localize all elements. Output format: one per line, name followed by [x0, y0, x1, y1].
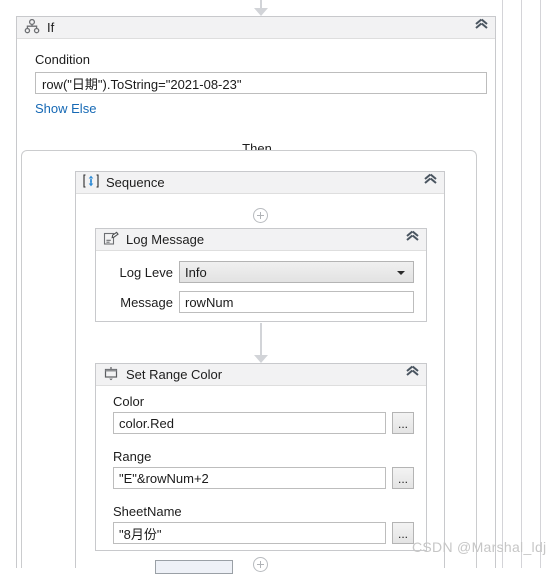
connector-stem	[260, 323, 262, 355]
message-field-row: Message	[113, 291, 414, 313]
sequence-add-activity-bottom-button[interactable]	[253, 557, 268, 572]
if-collapse-chevron-icon[interactable]	[475, 21, 489, 35]
log-message-activity-title: Log Message	[126, 232, 205, 247]
background-gridline-3	[540, 0, 541, 568]
log-message-activity-header[interactable]: Log Message	[96, 229, 426, 251]
set-range-color-activity-header[interactable]: Set Range Color	[96, 364, 426, 386]
set-range-color-activity-title: Set Range Color	[126, 367, 223, 382]
sheetname-label: SheetName	[113, 504, 182, 519]
if-activity-header[interactable]: If	[17, 17, 495, 39]
sequence-add-activity-top-button[interactable]	[253, 208, 268, 223]
sheetname-field-group: SheetName ...	[113, 504, 414, 544]
set-range-color-collapse-chevron-icon[interactable]	[406, 368, 420, 382]
sheetname-input[interactable]	[113, 522, 386, 544]
watermark-text: CSDN @Marshal_ldj	[412, 539, 547, 555]
connector-arrowhead	[254, 355, 268, 363]
color-label: Color	[113, 394, 145, 409]
connector-stem	[260, 0, 262, 8]
condition-label: Condition	[35, 52, 90, 67]
range-input[interactable]	[113, 467, 386, 489]
log-message-icon	[103, 231, 119, 249]
sequence-collapse-chevron-icon[interactable]	[424, 176, 438, 190]
connector-into-if	[254, 0, 268, 16]
sequence-icon	[83, 174, 99, 191]
set-range-color-icon	[103, 366, 119, 384]
range-browse-button[interactable]: ...	[392, 467, 414, 489]
log-level-combobox[interactable]: Info	[179, 261, 414, 283]
color-input[interactable]	[113, 412, 386, 434]
range-field-inline: ...	[113, 467, 414, 489]
color-field-group: Color ...	[113, 394, 414, 434]
log-message-collapse-chevron-icon[interactable]	[406, 233, 420, 247]
connector-arrowhead	[254, 8, 268, 16]
message-input[interactable]	[179, 291, 414, 313]
range-field-group: Range ...	[113, 449, 414, 489]
color-browse-button[interactable]: ...	[392, 412, 414, 434]
if-branch-icon	[24, 18, 40, 37]
next-activity-stub[interactable]	[155, 560, 233, 574]
chevron-down-icon	[397, 271, 405, 275]
set-range-color-activity-card[interactable]: Set Range Color Color ... Range ... Shee…	[95, 363, 427, 551]
range-label: Range	[113, 449, 152, 464]
sheetname-field-inline: ...	[113, 522, 414, 544]
log-level-value: Info	[185, 264, 207, 280]
message-label: Message	[120, 294, 173, 310]
sheetname-browse-button[interactable]: ...	[392, 522, 414, 544]
connector-log-to-setcolor	[254, 323, 268, 363]
show-else-link[interactable]: Show Else	[35, 101, 96, 116]
color-field-inline: ...	[113, 412, 414, 434]
if-activity-title: If	[47, 20, 55, 35]
background-gridline-1	[502, 0, 503, 568]
background-gridline-2	[521, 0, 522, 568]
log-level-field-row: Log Leve Info	[113, 261, 414, 283]
log-message-activity-card[interactable]: Log Message Log Leve Info Message	[95, 228, 427, 322]
condition-input[interactable]	[35, 72, 487, 94]
log-level-label: Log Leve	[119, 264, 174, 280]
sequence-activity-title: Sequence	[106, 175, 165, 190]
sequence-activity-header[interactable]: Sequence	[76, 172, 444, 194]
